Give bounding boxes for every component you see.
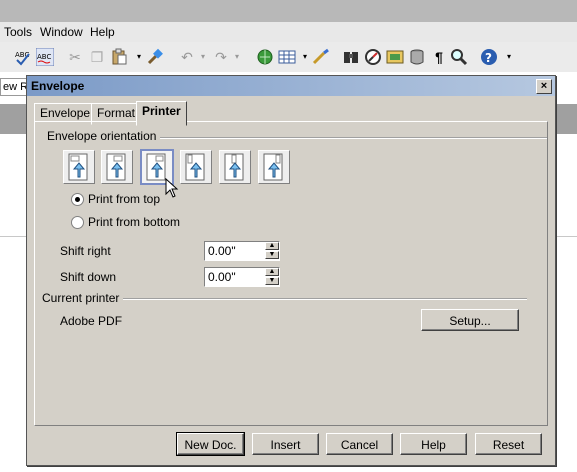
menu-tools[interactable]: Tools [4,25,32,39]
orientation-button-5[interactable] [219,150,251,184]
reset-button[interactable]: Reset [475,433,542,455]
mouse-cursor-icon [165,177,179,201]
paste-icon[interactable] [110,48,128,66]
current-printer-group-label: Current printer [42,291,124,305]
print-from-bottom-label[interactable]: Print from bottom [88,215,180,229]
print-from-top-radio[interactable] [71,193,84,206]
orientation-button-1[interactable] [63,150,95,184]
printer-name: Adobe PDF [60,314,123,328]
print-from-top-label[interactable]: Print from top [88,192,160,206]
toolbar-overflow-icon[interactable]: ▾ [500,48,518,66]
shift-down-down-icon[interactable]: ▼ [265,277,279,285]
svg-text:ABC: ABC [37,53,51,61]
help-icon[interactable]: ? [480,48,498,66]
gallery-icon[interactable] [386,48,404,66]
tab-printer[interactable]: Printer [136,101,187,126]
shift-down-up-icon[interactable]: ▲ [265,268,279,276]
datasource-icon[interactable] [408,48,426,66]
shift-down-value[interactable]: 0.00" [208,270,236,284]
copy-icon[interactable]: ❐ [88,48,106,66]
shift-right-field[interactable]: 0.00" ▲ ▼ [204,241,280,261]
find-icon[interactable] [342,48,360,66]
shift-right-label: Shift right [60,244,111,258]
print-from-bottom-radio[interactable] [71,216,84,229]
autospellcheck-icon[interactable]: ABC [35,47,55,67]
spellcheck-icon[interactable]: ABC [14,48,32,66]
undo-dropdown-icon[interactable]: ▾ [194,48,212,66]
cut-icon[interactable]: ✂ [66,48,84,66]
orientation-button-2[interactable] [101,150,133,184]
menubar: Tools Window Help [0,22,577,42]
app-titlebar [0,0,577,22]
draw-icon[interactable] [312,48,330,66]
insert-button[interactable]: Insert [252,433,319,455]
close-icon[interactable]: × [536,79,552,94]
dialog-title: Envelope [31,79,85,93]
standard-toolbar: ABC ABC ✂ ❐ ▾ ↶ ▾ ↷ ▾ ▾ ¶ ? ▾ [0,42,577,73]
shift-down-field[interactable]: 0.00" ▲ ▼ [204,267,280,287]
formatting-marks-icon[interactable]: ¶ [430,48,448,66]
shift-right-value[interactable]: 0.00" [208,244,236,258]
navigator-icon[interactable] [364,48,382,66]
shift-right-down-icon[interactable]: ▼ [265,251,279,259]
table-icon[interactable] [278,48,296,66]
dialog-titlebar[interactable]: Envelope × [27,76,555,96]
new-doc-button[interactable]: New Doc. [176,432,245,456]
cancel-button[interactable]: Cancel [326,433,393,455]
help-button[interactable]: Help [400,433,467,455]
redo-dropdown-icon[interactable]: ▾ [228,48,246,66]
zoom-icon[interactable] [450,48,468,66]
hyperlink-icon[interactable] [256,48,274,66]
shift-down-label: Shift down [60,270,117,284]
svg-text:?: ? [485,51,492,65]
setup-button[interactable]: Setup... [421,309,519,331]
shift-right-up-icon[interactable]: ▲ [265,242,279,250]
menu-window[interactable]: Window [40,25,83,39]
orientation-group-label: Envelope orientation [47,129,161,143]
menu-help[interactable]: Help [90,25,115,39]
orientation-button-4[interactable] [180,150,212,184]
orientation-button-6[interactable] [258,150,290,184]
format-paintbrush-icon[interactable] [146,48,164,66]
